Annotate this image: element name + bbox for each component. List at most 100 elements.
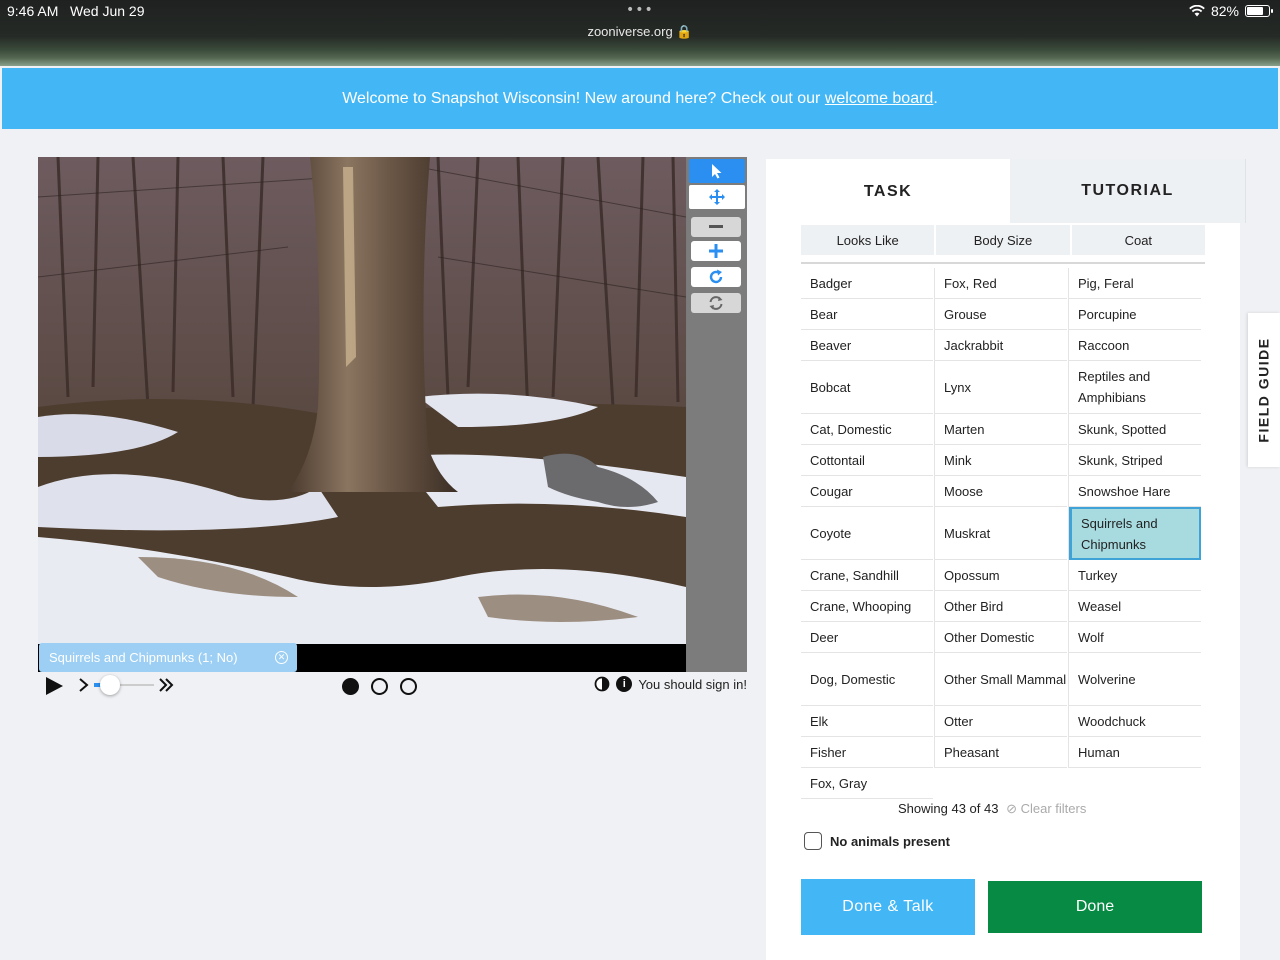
filter-body-size[interactable]: Body Size — [936, 225, 1070, 255]
species-choice[interactable]: Other Small Mammal — [935, 653, 1067, 706]
frame-selector — [342, 678, 417, 695]
done-button[interactable]: Done — [988, 881, 1202, 933]
species-choice[interactable]: Other Domestic — [935, 622, 1067, 653]
remove-annotation-icon[interactable]: ✕ — [275, 651, 288, 664]
species-choice[interactable]: Muskrat — [935, 507, 1067, 560]
ios-status-bar: 9:46 AM Wed Jun 29 ••• zooniverse.org 🔒 … — [0, 0, 1280, 66]
species-choice[interactable]: Wolverine — [1069, 653, 1201, 706]
species-choice[interactable]: Coyote — [801, 507, 933, 560]
species-choice[interactable]: Cottontail — [801, 445, 933, 476]
species-choice[interactable]: Skunk, Striped — [1069, 445, 1201, 476]
viewer-controls: i You should sign in! — [38, 672, 747, 702]
move-icon — [709, 189, 725, 205]
no-animals-checkbox[interactable] — [804, 832, 822, 850]
species-choice[interactable]: Jackrabbit — [935, 330, 1067, 361]
species-choice[interactable]: Fox, Gray — [801, 768, 933, 799]
frame-1-dot[interactable] — [342, 678, 359, 695]
species-choice[interactable]: Marten — [935, 414, 1067, 445]
species-choice[interactable]: Cougar — [801, 476, 933, 507]
plus-icon — [709, 244, 723, 258]
species-choice[interactable]: Moose — [935, 476, 1067, 507]
species-choice[interactable]: Pheasant — [935, 737, 1067, 768]
species-choice[interactable]: Dog, Domestic — [801, 653, 933, 706]
info-icon[interactable]: i — [616, 676, 633, 692]
image-toolbar — [687, 157, 747, 672]
rotate-button[interactable] — [691, 267, 741, 287]
sign-in-message: You should sign in! — [638, 676, 747, 692]
species-choice[interactable]: Reptiles and Amphibians — [1069, 361, 1201, 414]
tab-tutorial[interactable]: TUTORIAL — [1010, 159, 1246, 223]
species-choice[interactable]: Lynx — [935, 361, 1067, 414]
minus-icon — [709, 225, 723, 228]
field-guide-tab[interactable]: FIELD GUIDE — [1248, 313, 1280, 467]
species-choice[interactable]: Otter — [935, 706, 1067, 737]
clear-filters-button[interactable]: ⊘ Clear filters — [1006, 801, 1086, 816]
species-choice[interactable]: Wolf — [1069, 622, 1201, 653]
reset-view-button[interactable] — [691, 293, 741, 313]
tab-task[interactable]: TASK — [766, 159, 1010, 225]
subject-viewer: Squirrels and Chipmunks (1; No) ✕ — [38, 157, 747, 672]
species-choice[interactable]: Woodchuck — [1069, 706, 1201, 737]
species-choice[interactable]: Mink — [935, 445, 1067, 476]
wifi-icon — [1189, 5, 1205, 17]
play-icon[interactable] — [44, 676, 64, 696]
select-tool-button[interactable] — [689, 159, 745, 183]
banner-text: Welcome to Snapshot Wisconsin! New aroun… — [342, 90, 825, 107]
species-choice[interactable]: Deer — [801, 622, 933, 653]
species-choice[interactable]: Badger — [801, 268, 933, 299]
species-choice[interactable]: Snowshoe Hare — [1069, 476, 1201, 507]
no-animals-option[interactable]: No animals present — [804, 832, 950, 850]
frame-2-dot[interactable] — [371, 678, 388, 695]
species-choice[interactable]: Elk — [801, 706, 933, 737]
species-choice[interactable]: Crane, Whooping — [801, 591, 933, 622]
species-choice[interactable]: Fox, Red — [935, 268, 1067, 299]
annotation-tag[interactable]: Squirrels and Chipmunks (1; No) ✕ — [39, 643, 297, 672]
species-choice[interactable]: Crane, Sandhill — [801, 560, 933, 591]
zoom-in-button[interactable] — [691, 241, 741, 261]
speed-slider-knob[interactable] — [100, 675, 120, 695]
filter-coat[interactable]: Coat — [1071, 225, 1205, 255]
zoom-out-button[interactable] — [691, 217, 741, 237]
species-choice[interactable]: Raccoon — [1069, 330, 1201, 361]
battery-percent: 82% — [1210, 3, 1239, 19]
species-choice[interactable]: Opossum — [935, 560, 1067, 591]
species-choice[interactable]: Porcupine — [1069, 299, 1201, 330]
pointer-icon — [712, 164, 722, 179]
frame-3-dot[interactable] — [400, 678, 417, 695]
status-right: 82% — [1189, 3, 1273, 19]
species-choice[interactable]: Grouse — [935, 299, 1067, 330]
species-choice[interactable]: Human — [1069, 737, 1201, 768]
status-time: 9:46 AM Wed Jun 29 — [7, 3, 145, 19]
filter-bar: Looks Like Body Size Coat — [801, 225, 1205, 255]
battery-icon — [1245, 5, 1273, 17]
filter-divider — [801, 262, 1205, 264]
species-choice[interactable]: Turkey — [1069, 560, 1201, 591]
browser-menu-dots-icon[interactable]: ••• — [626, 2, 654, 18]
species-choice[interactable]: Squirrels and Chipmunks — [1069, 507, 1201, 560]
rotate-icon — [709, 269, 723, 284]
showing-count: Showing 43 of 43 ⊘ Clear filters — [898, 801, 1087, 816]
species-choice[interactable]: Beaver — [801, 330, 933, 361]
lock-icon: 🔒 — [676, 24, 693, 39]
step-forward-icon[interactable] — [78, 676, 90, 694]
welcome-banner: Welcome to Snapshot Wisconsin! New aroun… — [2, 68, 1278, 129]
species-choice[interactable]: Other Bird — [935, 591, 1067, 622]
species-choice[interactable]: Skunk, Spotted — [1069, 414, 1201, 445]
contrast-icon[interactable] — [594, 676, 610, 692]
refresh-icon — [709, 296, 723, 310]
done-and-talk-button[interactable]: Done & Talk — [801, 879, 975, 935]
url-bar[interactable]: zooniverse.org 🔒 — [0, 24, 1280, 40]
species-choice[interactable]: Bobcat — [801, 361, 933, 414]
camera-trap-image[interactable] — [38, 157, 686, 644]
no-animals-label: No animals present — [830, 833, 950, 849]
fast-forward-icon[interactable] — [158, 676, 174, 694]
species-choice[interactable]: Pig, Feral — [1069, 268, 1201, 299]
species-choice[interactable]: Bear — [801, 299, 933, 330]
species-choice[interactable]: Weasel — [1069, 591, 1201, 622]
pan-tool-button[interactable] — [689, 185, 745, 209]
filter-looks-like[interactable]: Looks Like — [801, 225, 935, 255]
welcome-board-link[interactable]: welcome board — [825, 90, 934, 107]
species-choice[interactable]: Cat, Domestic — [801, 414, 933, 445]
species-choice[interactable]: Fisher — [801, 737, 933, 768]
task-panel: TASK TUTORIAL Looks Like Body Size Coat … — [766, 159, 1246, 960]
